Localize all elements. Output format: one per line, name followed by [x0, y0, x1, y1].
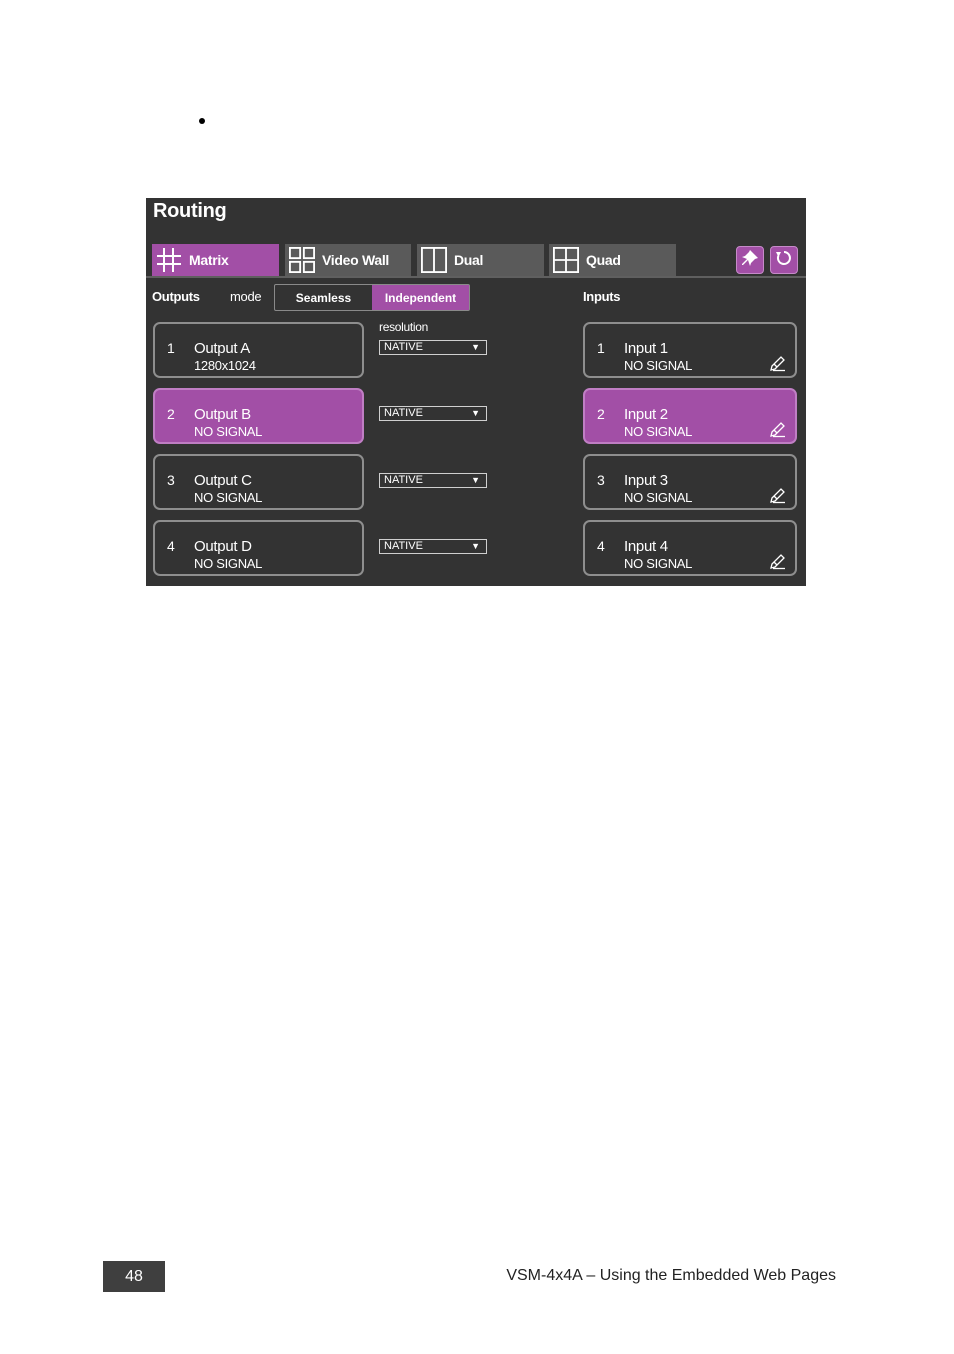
- mode-label: mode: [230, 289, 262, 304]
- panel-title: Routing: [153, 200, 227, 222]
- input-status: NO SIGNAL: [624, 490, 693, 505]
- inputs-label: Inputs: [583, 289, 621, 304]
- refresh-icon: [775, 249, 793, 272]
- outputs-label: Outputs: [152, 289, 200, 304]
- dropdown-arrow-icon: ▼: [471, 475, 480, 485]
- output-status: NO SIGNAL: [194, 490, 263, 505]
- pin-icon: [741, 249, 759, 272]
- edit-pencil-icon[interactable]: [769, 552, 787, 570]
- resolution-select-2[interactable]: NATIVE ▼: [379, 406, 487, 421]
- tab-label: Matrix: [189, 252, 229, 268]
- resolution-select-1[interactable]: NATIVE ▼: [379, 340, 487, 355]
- resolution-select-3[interactable]: NATIVE ▼: [379, 473, 487, 488]
- footer-doc-title: VSM-4x4A – Using the Embedded Web Pages: [506, 1267, 836, 1284]
- quad-layout-icon: [553, 247, 579, 273]
- pin-button[interactable]: [736, 246, 764, 274]
- input-status: NO SIGNAL: [624, 358, 693, 373]
- output-status: NO SIGNAL: [194, 556, 263, 571]
- tab-matrix[interactable]: Matrix: [152, 244, 279, 276]
- input-number: 3: [597, 472, 605, 488]
- input-card-1[interactable]: 1 Input 1 NO SIGNAL: [583, 322, 797, 378]
- input-name: Input 1: [624, 340, 668, 357]
- video-wall-icon: [289, 247, 315, 273]
- dropdown-arrow-icon: ▼: [471, 342, 480, 352]
- resolution-label: resolution: [379, 320, 429, 334]
- output-number: 2: [167, 406, 175, 422]
- input-name: Input 3: [624, 472, 668, 489]
- output-name: Output C: [194, 472, 252, 489]
- tab-label: Video Wall: [322, 252, 390, 268]
- tab-divider: [146, 276, 806, 278]
- output-card-4[interactable]: 4 Output D NO SIGNAL: [153, 520, 364, 576]
- routing-panel: Routing Matrix Video Wall Dual Quad Outp…: [146, 198, 806, 586]
- tab-dual[interactable]: Dual: [417, 244, 544, 276]
- output-number: 3: [167, 472, 175, 488]
- output-number: 4: [167, 538, 175, 554]
- tab-label: Quad: [586, 252, 621, 268]
- matrix-grid-icon: [156, 247, 182, 273]
- page-number: 48: [103, 1261, 165, 1292]
- output-name: Output B: [194, 406, 251, 423]
- dual-layout-icon: [421, 247, 447, 273]
- output-card-3[interactable]: 3 Output C NO SIGNAL: [153, 454, 364, 510]
- input-card-4[interactable]: 4 Input 4 NO SIGNAL: [583, 520, 797, 576]
- mode-toggle: Seamless Independent: [274, 284, 470, 311]
- tab-label: Dual: [454, 252, 484, 268]
- input-name: Input 2: [624, 406, 668, 423]
- refresh-button[interactable]: [770, 246, 798, 274]
- resolution-select-4[interactable]: NATIVE ▼: [379, 539, 487, 554]
- bullet-point: [199, 118, 205, 124]
- mode-independent-button[interactable]: Independent: [372, 285, 469, 310]
- output-card-2[interactable]: 2 Output B NO SIGNAL: [153, 388, 364, 444]
- input-card-3[interactable]: 3 Input 3 NO SIGNAL: [583, 454, 797, 510]
- output-name: Output D: [194, 538, 252, 555]
- mode-seamless-button[interactable]: Seamless: [275, 285, 372, 310]
- input-number: 4: [597, 538, 605, 554]
- dropdown-arrow-icon: ▼: [471, 408, 480, 418]
- output-number: 1: [167, 340, 175, 356]
- input-status: NO SIGNAL: [624, 556, 693, 571]
- resolution-value: NATIVE: [384, 407, 423, 419]
- input-status: NO SIGNAL: [624, 424, 693, 439]
- resolution-value: NATIVE: [384, 341, 423, 353]
- resolution-value: NATIVE: [384, 474, 423, 486]
- output-card-1[interactable]: 1 Output A 1280x1024: [153, 322, 364, 378]
- resolution-value: NATIVE: [384, 540, 423, 552]
- edit-pencil-icon[interactable]: [769, 420, 787, 438]
- output-name: Output A: [194, 340, 250, 357]
- edit-pencil-icon[interactable]: [769, 486, 787, 504]
- input-number: 1: [597, 340, 605, 356]
- tab-quad[interactable]: Quad: [549, 244, 676, 276]
- input-card-2[interactable]: 2 Input 2 NO SIGNAL: [583, 388, 797, 444]
- dropdown-arrow-icon: ▼: [471, 541, 480, 551]
- edit-pencil-icon[interactable]: [769, 354, 787, 372]
- input-name: Input 4: [624, 538, 668, 555]
- tab-video-wall[interactable]: Video Wall: [285, 244, 411, 276]
- input-number: 2: [597, 406, 605, 422]
- output-status: NO SIGNAL: [194, 424, 263, 439]
- output-status: 1280x1024: [194, 358, 256, 373]
